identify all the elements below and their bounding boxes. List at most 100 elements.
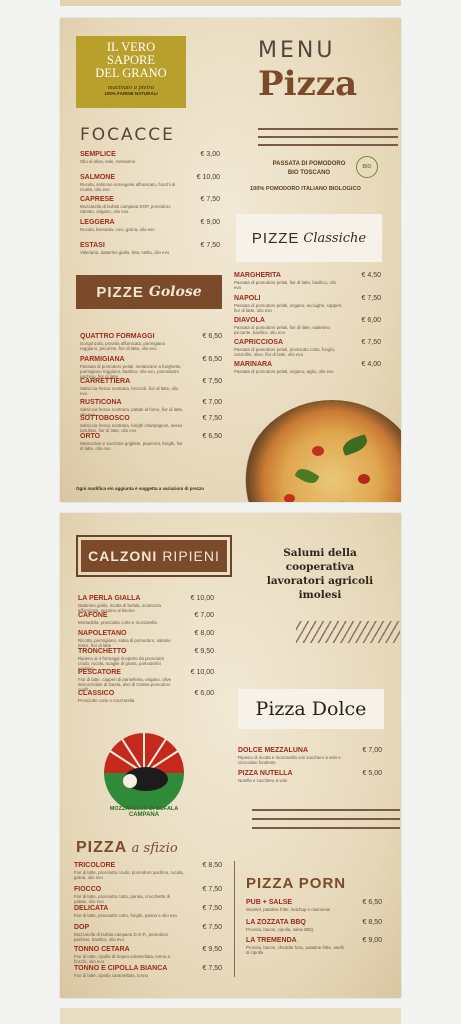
item-name: DELICATA bbox=[74, 905, 109, 912]
item-name: CAFONE bbox=[78, 612, 108, 619]
salumi-text: Salumi della cooperativa lavoratori agri… bbox=[266, 547, 374, 601]
dolce-menu-item: PIZZA NUTELLA € 5,00 Nutella e zucchero a … bbox=[238, 770, 382, 783]
item-name: TONNO CETARA bbox=[74, 946, 130, 953]
item-description: Provola, bacon, cipolla, salsa BBQ bbox=[246, 927, 314, 932]
focacce-menu-item: SEMPLICE € 3,00 Olio di oliva, sale, rosma… bbox=[80, 151, 220, 164]
brand-tagline: macinato a pietra bbox=[107, 84, 155, 91]
item-description: Fior di latte, cipolla caramellata, tonn… bbox=[74, 973, 148, 978]
item-price: € 7,50 bbox=[202, 924, 222, 931]
item-name: SOTTOBOSCO bbox=[80, 415, 130, 422]
item-name: CAPRICCIOSA bbox=[234, 339, 284, 346]
item-price: € 9,00 bbox=[362, 937, 382, 944]
golose-title-box: PIZZE Golose bbox=[76, 275, 222, 309]
item-description: Rucola, salmone norvegese affumicato, fi… bbox=[80, 182, 176, 193]
item-price: € 10,00 bbox=[190, 595, 214, 602]
focacce-title: FOCACCE bbox=[80, 125, 175, 145]
item-description: Mozzarella di bufala campana DOP, pomodo… bbox=[80, 204, 171, 215]
item-name: PESCATORE bbox=[78, 669, 121, 676]
item-name: NAPOLI bbox=[234, 295, 261, 302]
item-price: € 7,00 bbox=[194, 612, 214, 619]
item-name: DOP bbox=[74, 924, 90, 931]
logo-text-2: CAMPANA bbox=[128, 812, 160, 818]
brand-line-1: IL VERO bbox=[106, 40, 156, 54]
sfizio-menu-item: DOP € 7,50 Mozzarella di bufala campana D.… bbox=[74, 924, 222, 942]
item-price: € 6,50 bbox=[202, 333, 222, 340]
divider-line bbox=[252, 818, 400, 820]
golose-menu-item: ORTO € 6,50 Melanzane e zucchine grigliate… bbox=[80, 433, 222, 451]
item-name: SEMPLICE bbox=[80, 151, 116, 158]
item-price: € 10,00 bbox=[196, 174, 220, 181]
item-price: € 9,50 bbox=[194, 648, 214, 655]
item-price: € 7,50 bbox=[202, 415, 222, 422]
item-description: Salsiccia fresca nostrana, funghi champi… bbox=[80, 423, 183, 434]
item-price: € 7,00 bbox=[202, 399, 222, 406]
dolce-menu-item: DOLCE MEZZALUNA € 7,00 Ripieno di ricotta … bbox=[238, 747, 382, 765]
focacce-menu-item: ESTASI € 7,50 Valeriana, datterino giallo,… bbox=[80, 242, 220, 255]
item-price: € 8,50 bbox=[362, 919, 382, 926]
item-description: Passata di pomodoro pelati, fior di latt… bbox=[234, 280, 337, 291]
brand-tagline-2: 100% FARINE NATURALI bbox=[104, 91, 158, 96]
item-price: € 10,00 bbox=[190, 669, 214, 676]
sfizio-menu-item: TONNO E CIPOLLA BIANCA € 7,50 Fior di latt… bbox=[74, 965, 222, 978]
classiche-menu-item: MARGHERITA € 4,50 Passata di pomodoro pela… bbox=[234, 272, 381, 290]
item-name: QUATTRO FORMAGGI bbox=[80, 333, 155, 340]
item-price: € 6,50 bbox=[202, 356, 222, 363]
item-description: Fior di latte, cipolla di tropea caramel… bbox=[74, 954, 170, 965]
item-price: € 7,50 bbox=[202, 905, 222, 912]
dolce-title-box: Pizza Dolce bbox=[238, 689, 384, 729]
golose-menu-item: SOTTOBOSCO € 7,50 Salsiccia fresca nostran… bbox=[80, 415, 222, 433]
item-price: € 5,00 bbox=[362, 770, 382, 777]
basil-leaf bbox=[370, 501, 398, 502]
classiche-menu-item: DIAVOLA € 6,00 Passata di pomodoro pelati,… bbox=[234, 317, 381, 335]
item-description: Prosciutto cotto e mozzarella bbox=[78, 698, 135, 703]
calzoni-menu-item: CAFONE € 7,00 Mortadella, prosciutto cotto… bbox=[78, 612, 214, 625]
item-price: € 3,00 bbox=[200, 151, 220, 158]
item-name: TRONCHETTO bbox=[78, 648, 127, 655]
basil-leaf bbox=[294, 465, 320, 487]
divider-line bbox=[252, 827, 400, 829]
golose-menu-item: QUATTRO FORMAGGI € 6,50 Gorgonzola, provol… bbox=[80, 333, 222, 351]
item-name: PUB + SALSE bbox=[246, 899, 293, 906]
sfizio-menu-item: TONNO CETARA € 9,50 Fior di latte, cipolla… bbox=[74, 946, 222, 964]
divider-line bbox=[258, 128, 398, 130]
vertical-divider bbox=[234, 861, 235, 977]
item-name: ORTO bbox=[80, 433, 101, 440]
item-price: € 7,50 bbox=[200, 196, 220, 203]
item-name: LA TREMENDA bbox=[246, 937, 297, 944]
item-name: CAPRESE bbox=[80, 196, 114, 203]
sfizio-title: PIZZA a sfizio bbox=[76, 839, 178, 856]
porn-menu-item: LA ZOZZATA BBQ € 8,50 Provola, bacon, cipo… bbox=[246, 919, 382, 932]
price-footnote: Ogni modifica e/o aggiunta è soggetta a … bbox=[76, 486, 205, 491]
porn-menu-item: PUB + SALSE € 6,50 Wurstel, patatine fritt… bbox=[246, 899, 382, 912]
item-description: Passata di pomodoro pelati, origano, acc… bbox=[234, 303, 343, 314]
item-name: LA ZOZZATA BBQ bbox=[246, 919, 306, 926]
sfizio-menu-item: DELICATA € 7,50 Fior di latte, prosciutto … bbox=[74, 905, 222, 918]
sfizio-menu-item: TRICOLORE € 8,50 Fior di latte, prosciutto… bbox=[74, 862, 222, 880]
item-price: € 4,00 bbox=[361, 361, 381, 368]
divider-line bbox=[252, 809, 400, 811]
item-name: DOLCE MEZZALUNA bbox=[238, 747, 308, 754]
item-name: TRICOLORE bbox=[74, 862, 116, 869]
passata-label: PASSATA DI POMODORO BIO TOSCANO bbox=[272, 161, 346, 176]
item-price: € 6,50 bbox=[202, 433, 222, 440]
classiche-title-box: PIZZE Classiche bbox=[236, 214, 382, 262]
classiche-menu-item: MARINARA € 4,00 Passata di pomodoro pelati… bbox=[234, 361, 381, 374]
brand-logo-box: IL VERO SAPORE DEL GRANO macinato a piet… bbox=[76, 36, 186, 108]
porn-menu-item: LA TREMENDA € 9,00 Provola, bacon, cheddar… bbox=[246, 937, 382, 955]
pizza-heading: Pizza bbox=[258, 64, 358, 104]
brand-line-3: DEL GRANO bbox=[95, 66, 167, 80]
item-price: € 7,50 bbox=[202, 378, 222, 385]
item-name: CARRETTIERA bbox=[80, 378, 131, 385]
item-price: € 6,50 bbox=[362, 899, 382, 906]
tomato bbox=[358, 474, 370, 484]
item-price: € 7,50 bbox=[200, 242, 220, 249]
previous-page-edge bbox=[60, 0, 401, 6]
item-price: € 4,50 bbox=[361, 272, 381, 279]
focacce-menu-item: CAPRESE € 7,50 Mozzarella di bufala campan… bbox=[80, 196, 220, 214]
item-description: Salsiccia fresca nostrana, broccoli, fio… bbox=[80, 386, 179, 397]
golose-menu-item: CARRETTIERA € 7,50 Salsiccia fresca nostra… bbox=[80, 378, 222, 396]
pizza-photo bbox=[244, 400, 401, 502]
golose-menu-item: PARMIGIANA € 6,50 Passata di pomodoro pela… bbox=[80, 356, 222, 380]
item-name: LA PERLA GIALLA bbox=[78, 595, 141, 602]
item-name: DIAVOLA bbox=[234, 317, 265, 324]
